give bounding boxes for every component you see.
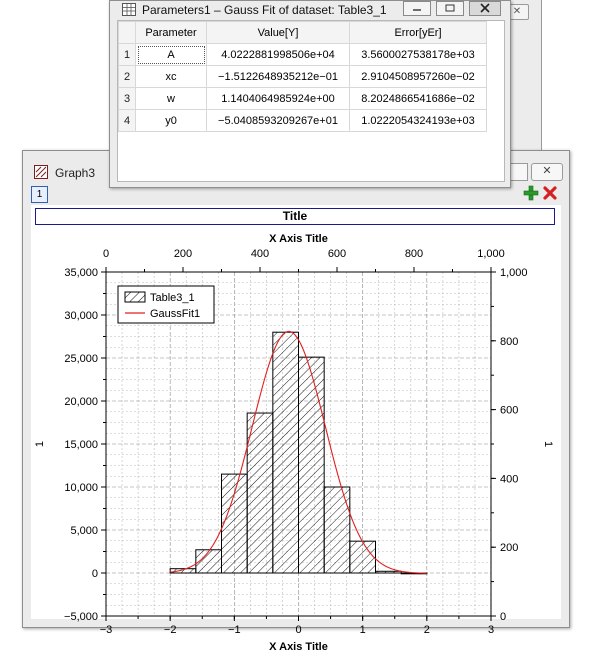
plot-area[interactable]: −3 −2 −1 0 1 2 30 200 400 600 800 1,000−5,00005,000…: [31, 205, 561, 653]
minimize-icon: [413, 9, 421, 11]
cell-parameter[interactable]: y0: [135, 109, 207, 132]
parameters-window: Parameters1 – Gauss Fit of dataset: Tabl…: [109, 0, 511, 188]
right-y-tick-label: 0: [500, 611, 506, 623]
cell-value[interactable]: 1.1404064985924e+00: [206, 87, 350, 110]
histogram-bar: [375, 570, 402, 574]
restore-icon: [445, 4, 455, 12]
right-y-axis-title: 1: [542, 441, 554, 447]
column-header-parameter[interactable]: Parameter: [135, 21, 207, 44]
table-row: 3 w 1.1404064985924e+00 8.2024866541686e…: [118, 87, 487, 110]
cell-error[interactable]: 2.9104508957260e−02: [349, 65, 487, 88]
right-y-tick-label: 1,000: [500, 267, 528, 279]
remove-layer-icon[interactable]: [542, 185, 558, 201]
corner-cell: [118, 21, 136, 44]
cell-value[interactable]: −5.0408593209267e+01: [206, 109, 350, 132]
table-icon: [122, 3, 136, 16]
top-x-tick-label: 0: [103, 248, 109, 260]
graph-icon: [34, 165, 48, 179]
y-tick-label: 20,000: [64, 396, 98, 408]
top-x-tick-label: 400: [251, 248, 269, 260]
x-tick-label: 3: [488, 624, 494, 636]
cell-error[interactable]: 8.2024866541686e−02: [349, 87, 487, 110]
graph-page: Title −3 −2 −1 0 1 2 3 0 200 400 600 800 1,000 −5,000…: [31, 205, 561, 653]
parameters-close-button[interactable]: [469, 1, 501, 16]
legend-label-gaussfit1: GaussFit1: [150, 308, 200, 320]
parameters-window-title: Parameters1 – Gauss Fit of dataset: Tabl…: [142, 3, 387, 17]
table-row: 2 xc −1.5122648935212e−01 2.910450895726…: [118, 65, 487, 88]
right-y-tick-label: 800: [500, 336, 518, 348]
row-header[interactable]: 1: [118, 43, 136, 66]
graph-window-close-button[interactable]: ✕: [531, 163, 563, 181]
top-x-axis-title: X Axis Title: [269, 233, 328, 245]
x-tick-label: 2: [424, 624, 430, 636]
top-x-tick-label: 600: [328, 248, 346, 260]
y-tick-label: 0: [92, 568, 98, 580]
cell-error[interactable]: 1.0222054324193e+03: [349, 109, 487, 132]
right-y-tick-label: 600: [500, 405, 518, 417]
y-tick-label: 35,000: [64, 267, 98, 279]
x-tick-label: 0: [295, 624, 301, 636]
column-header-error[interactable]: Error[yEr]: [349, 21, 487, 44]
row-header[interactable]: 4: [118, 109, 136, 132]
cell-value[interactable]: 4.0222881998506e+04: [206, 43, 350, 66]
legend-label-table3-1: Table3_1: [150, 292, 195, 304]
y-tick-label: −5,000: [64, 611, 98, 623]
row-header[interactable]: 2: [118, 65, 136, 88]
y-tick-label: 10,000: [64, 482, 98, 494]
right-y-tick-label: 200: [500, 542, 518, 554]
y-axis-title: 1: [34, 441, 46, 447]
add-layer-icon[interactable]: [523, 185, 539, 201]
table-header-row: Parameter Value[Y] Error[yEr]: [118, 21, 487, 44]
histogram-bars: [169, 331, 428, 575]
parameters-minimize-button[interactable]: [403, 1, 431, 16]
x-tick-label: −3: [100, 624, 113, 636]
histogram-bar: [323, 486, 351, 574]
cell-parameter[interactable]: xc: [135, 65, 207, 88]
parameters-maximize-button[interactable]: [436, 1, 464, 16]
y-tick-label: 15,000: [64, 439, 98, 451]
table-row: 4 y0 −5.0408593209267e+01 1.022205432419…: [118, 109, 487, 132]
histogram-bar: [272, 331, 299, 574]
y-tick-label: 30,000: [64, 310, 98, 322]
cell-parameter[interactable]: A: [135, 43, 207, 66]
graph-window-title: Graph3: [55, 166, 96, 180]
x-tick-label: −2: [164, 624, 177, 636]
column-header-value[interactable]: Value[Y]: [206, 21, 350, 44]
row-header[interactable]: 3: [118, 87, 136, 110]
cell-parameter[interactable]: w: [135, 87, 207, 110]
x-tick-label: −1: [228, 624, 241, 636]
histogram-bar: [221, 473, 248, 574]
parameters-grid[interactable]: Parameter Value[Y] Error[yEr] 1 A 4.0222…: [117, 20, 505, 182]
top-x-tick-label: 1,000: [477, 248, 505, 260]
parameters-table: Parameter Value[Y] Error[yEr] 1 A 4.0222…: [118, 21, 487, 132]
y-tick-label: 5,000: [70, 525, 98, 537]
graph-window-minimize-button[interactable]: [508, 163, 528, 181]
legend[interactable]: Table3_1 GaussFit1: [117, 285, 215, 324]
close-icon: [480, 3, 490, 13]
graph-window: Graph3 ✕ 1 Title −3 −2 −1 0 1 2 3 0 200 400 600 800…: [22, 150, 570, 653]
top-x-tick-label: 800: [405, 248, 423, 260]
layer-1-button[interactable]: 1: [31, 186, 48, 203]
parameters-window-titlebar[interactable]: Parameters1 – Gauss Fit of dataset: Tabl…: [110, 1, 510, 18]
x-axis-title: X Axis Title: [269, 641, 328, 653]
histogram-bar: [246, 412, 274, 574]
right-y-tick-label: 400: [500, 473, 518, 485]
table-row: 1 A 4.0222881998506e+04 3.5600027538178e…: [118, 43, 487, 66]
histogram-bar: [298, 356, 325, 574]
x-tick-label: 1: [360, 624, 366, 636]
histogram-bar: [349, 540, 377, 574]
top-x-tick-label: 200: [174, 248, 192, 260]
y-tick-label: 25,000: [64, 353, 98, 365]
cell-value[interactable]: −1.5122648935212e−01: [206, 65, 350, 88]
legend-swatch-table3-1: [124, 291, 146, 303]
cell-error[interactable]: 3.5600027538178e+03: [349, 43, 487, 66]
